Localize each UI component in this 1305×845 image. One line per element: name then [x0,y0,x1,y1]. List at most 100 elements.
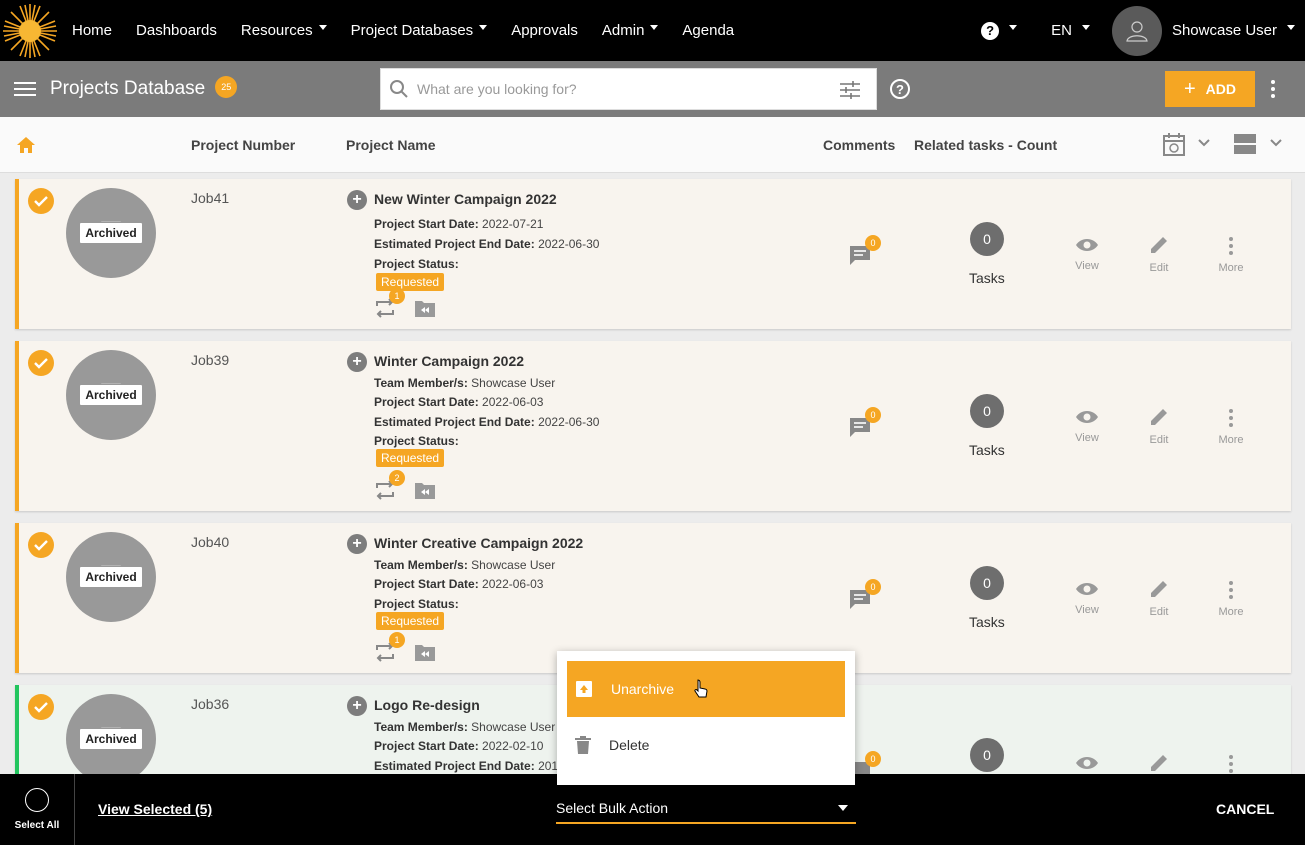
task-count[interactable]: 0 [970,738,1004,772]
pencil-icon [1151,581,1167,597]
view-button[interactable] [1067,755,1107,774]
user-avatar[interactable] [1111,5,1162,56]
project-status-label: Project Status: [374,257,459,271]
top-nav: Home Dashboards Resources Project Databa… [0,0,1305,61]
column-project-number[interactable]: Project Number [191,137,295,153]
nav-agenda[interactable]: Agenda [682,22,734,39]
project-thumbnail[interactable]: Archived [66,532,156,622]
project-name[interactable]: Winter Creative Campaign 2022 [374,535,583,551]
selected-check-icon[interactable] [28,188,54,214]
filter-sliders-icon[interactable] [839,80,861,100]
project-team: Team Member/s: Showcase User [374,720,556,734]
menu-item-delete[interactable]: Delete [567,717,845,773]
column-comments[interactable]: Comments [823,137,895,153]
workflow-count-badge: 1 [389,632,405,648]
edit-button[interactable]: Edit [1139,579,1179,618]
language-selector[interactable]: EN [1051,22,1090,39]
add-button[interactable]: + ADD [1165,71,1255,107]
trash-icon [575,736,591,754]
project-number: Job39 [191,352,230,368]
more-button[interactable]: More [1211,581,1251,618]
pencil-icon [1151,409,1167,425]
nav-admin[interactable]: Admin [602,22,659,39]
project-number: Job40 [191,534,230,550]
more-button[interactable]: More [1211,237,1251,274]
more-vert-icon[interactable] [1270,79,1276,99]
nav-approvals[interactable]: Approvals [511,22,578,39]
task-count[interactable]: 0 [970,566,1004,600]
linked-folder-icon[interactable] [414,298,436,318]
user-caret [1281,25,1295,33]
select-all-button[interactable]: Select All [0,774,75,845]
project-thumbnail[interactable]: Archived [66,694,156,774]
column-related-tasks[interactable]: Related tasks - Count [914,137,1057,153]
search-input[interactable] [417,81,817,97]
linked-folder-icon[interactable] [414,642,436,662]
plus-icon: + [1183,77,1196,100]
bulk-action-select[interactable]: Select Bulk Action [556,797,856,824]
selected-check-icon[interactable] [28,532,54,558]
caret-down-icon [1081,25,1090,30]
view-button[interactable]: View [1067,409,1107,444]
project-number: Job41 [191,190,230,206]
project-status-label: Project Status: [374,434,459,448]
help-circle-icon[interactable]: ? [890,79,910,99]
view-button[interactable]: View [1067,237,1107,272]
project-row[interactable]: Archived Job39 + Winter Campaign 2022 Te… [15,341,1291,511]
selected-check-icon[interactable] [28,350,54,376]
expand-plus-icon[interactable]: + [347,352,367,372]
edit-button[interactable]: Edit [1139,407,1179,446]
user-menu[interactable]: Showcase User [1172,22,1295,39]
select-all-label: Select All [14,820,60,831]
sun-logo-icon[interactable] [0,0,60,61]
nav-home[interactable]: Home [72,22,112,39]
calendar-icon[interactable] [1163,133,1185,157]
help-menu[interactable]: ? [981,21,1018,40]
task-count[interactable]: 0 [970,222,1004,256]
more-button[interactable] [1211,755,1251,774]
comment-count-badge: 0 [865,579,881,595]
project-name[interactable]: Winter Campaign 2022 [374,353,524,369]
more-vert-icon [1229,409,1233,427]
menu-item-unarchive[interactable]: Unarchive [567,661,845,717]
hand-cursor-icon [694,679,708,698]
pencil-icon [1151,755,1167,771]
project-row[interactable]: Archived Job41 + New Winter Campaign 202… [15,179,1291,329]
view-button[interactable]: View [1067,581,1107,616]
caret-down-icon [650,25,659,30]
more-vert-icon [1229,237,1233,255]
task-count[interactable]: 0 [970,394,1004,428]
nav-dashboards[interactable]: Dashboards [136,22,217,39]
expand-plus-icon[interactable]: + [347,534,367,554]
cancel-button[interactable]: CANCEL [1216,801,1274,817]
edit-button[interactable]: Edit [1139,235,1179,274]
expand-plus-icon[interactable]: + [347,696,367,716]
chevron-down-icon[interactable] [1198,139,1210,147]
project-number: Job36 [191,696,230,712]
nav-project-databases[interactable]: Project Databases [351,22,488,39]
view-layout-icon[interactable] [1234,134,1256,154]
more-button[interactable]: More [1211,409,1251,446]
unarchive-icon [576,681,592,697]
project-start-date: Project Start Date: 2022-06-03 [374,395,544,409]
linked-folder-icon[interactable] [414,480,436,500]
view-selected-link[interactable]: View Selected (5) [98,801,212,817]
project-end-date: Estimated Project End Date: 201 [374,759,559,773]
home-icon[interactable] [16,136,36,154]
chevron-down-icon[interactable] [1270,139,1282,147]
hamburger-menu-icon[interactable] [14,78,36,100]
edit-button[interactable] [1139,753,1179,774]
column-project-name[interactable]: Project Name [346,137,435,153]
workflow-count-badge: 2 [389,470,405,486]
menu-item-label: Delete [609,737,650,753]
project-thumbnail[interactable]: Archived [66,188,156,278]
project-name[interactable]: New Winter Campaign 2022 [374,191,557,207]
nav-resources[interactable]: Resources [241,22,327,39]
comment-count-badge: 0 [865,407,881,423]
selected-check-icon[interactable] [28,694,54,720]
project-thumbnail[interactable]: Archived [66,350,156,440]
project-name[interactable]: Logo Re-design [374,697,480,713]
expand-plus-icon[interactable]: + [347,190,367,210]
status-badge: Requested [376,273,445,291]
project-end-date: Estimated Project End Date: 2022-06-30 [374,237,600,251]
